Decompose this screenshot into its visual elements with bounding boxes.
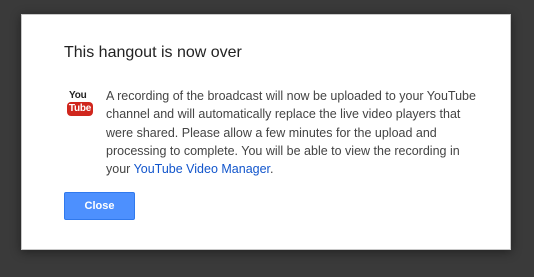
hangout-over-dialog: This hangout is now over You Tube A reco…: [21, 14, 511, 250]
dialog-message: A recording of the broadcast will now be…: [106, 87, 476, 178]
youtube-logo-icon: You Tube: [67, 90, 95, 120]
youtube-video-manager-link[interactable]: YouTube Video Manager: [134, 162, 270, 176]
close-button[interactable]: Close: [64, 192, 135, 220]
youtube-logo-you-text: You: [69, 90, 87, 101]
message-end: .: [270, 162, 274, 177]
youtube-logo-tube-text: Tube: [67, 102, 93, 116]
dialog-title: This hangout is now over: [64, 44, 242, 61]
